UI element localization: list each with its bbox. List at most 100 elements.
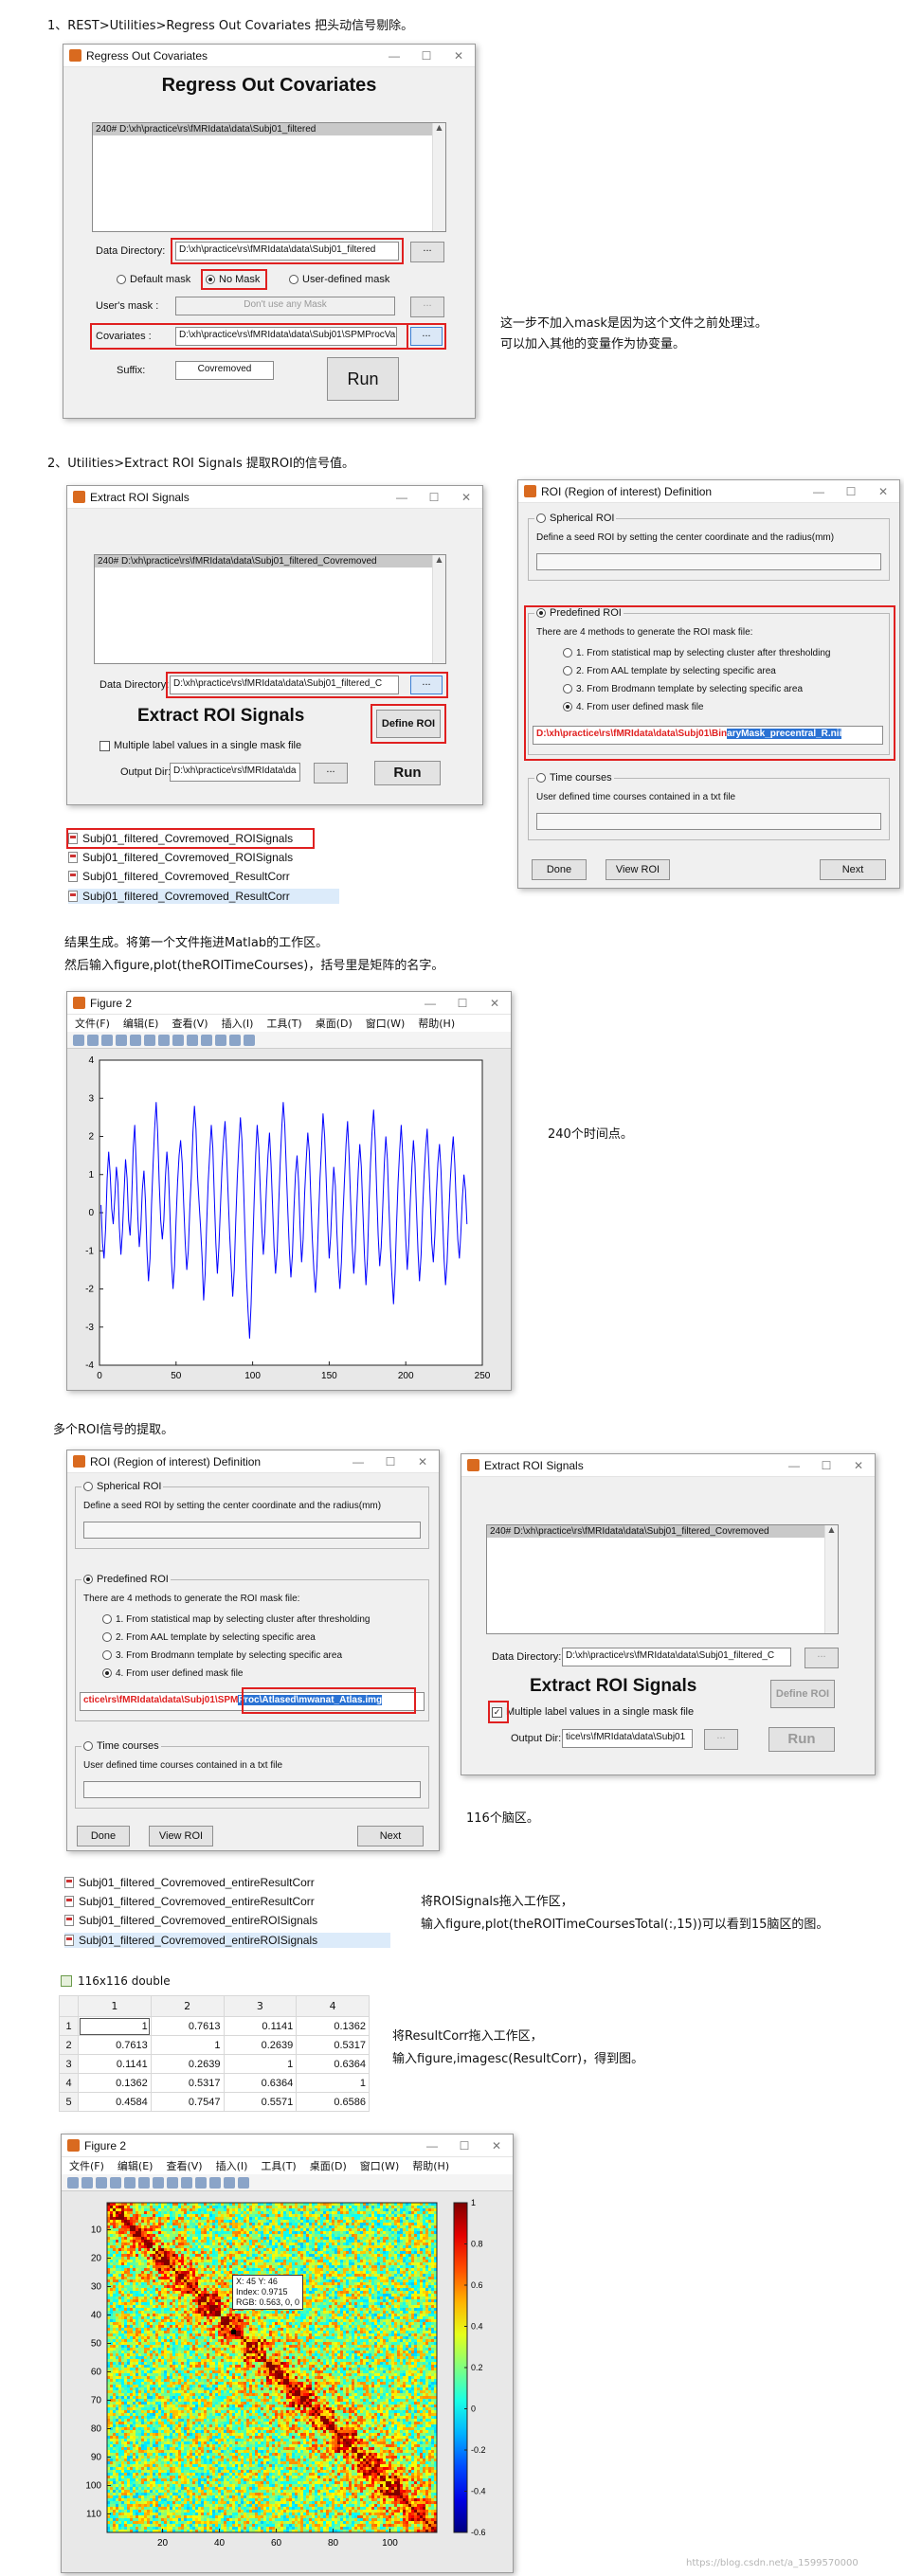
menu-view[interactable]: 查看(V) [166,2158,202,2173]
run-button[interactable]: Run [768,1727,835,1752]
minimize-button[interactable]: — [803,485,835,498]
menu-view[interactable]: 查看(V) [172,1016,208,1031]
new-icon[interactable] [73,1034,84,1046]
method-3-option[interactable]: 3. From Brodmann template by selecting s… [102,1650,342,1661]
maximize-button[interactable]: ☐ [374,1455,407,1468]
method-3-option[interactable]: 3. From Brodmann template by selecting s… [563,684,803,694]
table-cell[interactable]: 0.6364 [296,2054,370,2074]
row-header[interactable]: 5 [59,2092,79,2112]
save-icon[interactable] [101,1034,113,1046]
close-button[interactable]: ✕ [480,2139,513,2153]
close-button[interactable]: ✕ [443,49,475,63]
print-icon[interactable] [110,2176,121,2189]
table-cell[interactable]: 0.1362 [296,2016,370,2036]
zoom-out-icon[interactable] [158,1034,170,1046]
menu-desktop[interactable]: 桌面(D) [316,1016,353,1031]
close-button[interactable]: ✕ [867,485,899,498]
column-header[interactable]: 2 [150,1995,225,2017]
mask-path-field[interactable]: D:\xh\practice\rs\fMRIdata\data\Subj01\B… [533,726,883,745]
close-button[interactable]: ✕ [450,491,482,504]
pointer-icon[interactable] [124,2176,136,2189]
rotate-icon[interactable] [181,2176,192,2189]
maximize-button[interactable]: ☐ [410,49,443,63]
table-cell[interactable]: 0.6364 [223,2073,298,2093]
multi-label-option[interactable]: Multiple label values in a single mask f… [99,740,301,751]
table-cell[interactable]: 0.6586 [296,2092,370,2112]
minimize-button[interactable]: — [378,49,410,63]
table-cell[interactable]: 1 [78,2016,152,2036]
row-header[interactable]: 4 [59,2073,79,2093]
list-item[interactable]: 240# D:\xh\practice\rs\fMRIdata\data\Sub… [95,555,432,567]
default-mask-option[interactable]: Default mask [117,274,190,285]
scrollbar[interactable]: ▲ [432,555,445,663]
colorbar-icon[interactable] [224,2176,235,2189]
scrollbar[interactable]: ▲ [824,1525,838,1633]
data-dir-field[interactable]: D:\xh\practice\rs\fMRIdata\data\Subj01_f… [562,1648,791,1666]
minimize-button[interactable]: — [414,997,446,1010]
method-4-option[interactable]: 4. From user defined mask file [102,1668,244,1679]
maximize-button[interactable]: ☐ [810,1459,842,1472]
brush-icon[interactable] [215,1034,226,1046]
close-button[interactable]: ✕ [842,1459,875,1472]
subject-list[interactable]: 240# D:\xh\practice\rs\fMRIdata\data\Sub… [92,122,446,232]
pan-icon[interactable] [167,2176,178,2189]
menu-edit[interactable]: 编辑(E) [118,2158,154,2173]
run-button[interactable]: Run [327,357,399,401]
spherical-field[interactable] [536,553,881,570]
file-item[interactable]: Subj01_filtered_Covremoved_entireResultC… [64,1895,315,1908]
minimize-button[interactable]: — [342,1455,374,1468]
time-courses-option[interactable]: Time courses [534,772,614,784]
file-item[interactable]: Subj01_filtered_Covremoved_entireROISign… [64,1914,317,1927]
table-cell[interactable]: 0.7547 [150,2092,225,2112]
pointer-icon[interactable] [130,1034,141,1046]
legend-icon[interactable] [244,1034,255,1046]
column-header[interactable]: 3 [223,1995,298,2017]
output-dir-field[interactable]: D:\xh\practice\rs\fMRIdata\da [170,763,300,782]
close-button[interactable]: ✕ [407,1455,439,1468]
menu-insert[interactable]: 插入(I) [222,1016,254,1031]
subject-list[interactable]: 240# D:\xh\practice\rs\fMRIdata\data\Sub… [94,554,446,664]
table-cell[interactable]: 0.4584 [78,2092,152,2112]
rotate-icon[interactable] [187,1034,198,1046]
minimize-button[interactable]: — [778,1459,810,1472]
open-icon[interactable] [87,1034,99,1046]
subject-list[interactable]: 240# D:\xh\practice\rs\fMRIdata\data\Sub… [486,1524,839,1634]
file-item[interactable]: Subj01_filtered_Covremoved_ROISignals [68,851,293,864]
row-header[interactable]: 3 [59,2054,79,2074]
column-header[interactable]: 1 [78,1995,152,2017]
menu-desktop[interactable]: 桌面(D) [310,2158,347,2173]
define-roi-button[interactable]: Define ROI [770,1680,835,1708]
spherical-roi-option[interactable]: Spherical ROI [534,513,617,524]
table-cell[interactable]: 0.7613 [78,2035,152,2055]
time-field[interactable] [83,1781,421,1798]
file-item[interactable]: Subj01_filtered_Covremoved_ResultCorr [68,889,339,904]
spherical-roi-option[interactable]: Spherical ROI [81,1481,164,1492]
predefined-roi-option[interactable]: Predefined ROI [534,607,624,619]
done-button[interactable]: Done [77,1826,130,1846]
row-header[interactable]: 1 [59,2016,79,2036]
data-cursor-icon[interactable] [195,2176,207,2189]
table-cell[interactable]: 0.5317 [296,2035,370,2055]
maximize-button[interactable]: ☐ [446,997,479,1010]
suffix-field[interactable]: Covremoved [175,361,274,380]
menu-tools[interactable]: 工具(T) [261,2158,296,2173]
maximize-button[interactable]: ☐ [448,2139,480,2153]
file-item[interactable]: Subj01_filtered_Covremoved_ResultCorr [68,870,290,883]
menu-help[interactable]: 帮助(H) [418,1016,455,1031]
colorbar-icon[interactable] [229,1034,241,1046]
run-button[interactable]: Run [374,761,441,785]
maximize-button[interactable]: ☐ [418,491,450,504]
table-cell[interactable]: 0.1362 [78,2073,152,2093]
menu-tools[interactable]: 工具(T) [266,1016,301,1031]
table-cell[interactable]: 0.1141 [223,2016,298,2036]
zoom-in-icon[interactable] [144,1034,155,1046]
view-roi-button[interactable]: View ROI [606,859,670,880]
list-item[interactable]: 240# D:\xh\practice\rs\fMRIdata\data\Sub… [487,1525,824,1538]
new-icon[interactable] [67,2176,79,2189]
method-1-option[interactable]: 1. From statistical map by selecting clu… [102,1614,370,1625]
user-mask-field[interactable]: Don't use any Mask [175,297,395,315]
menu-help[interactable]: 帮助(H) [412,2158,449,2173]
row-header[interactable]: 2 [59,2035,79,2055]
predefined-roi-option[interactable]: Predefined ROI [81,1574,171,1585]
zoom-out-icon[interactable] [153,2176,164,2189]
